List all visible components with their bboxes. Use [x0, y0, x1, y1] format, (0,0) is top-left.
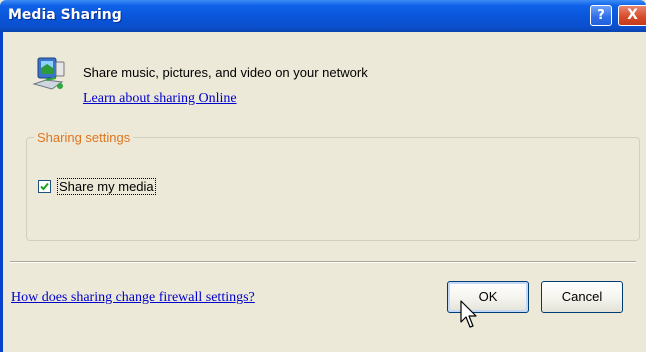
- window-title: Media Sharing: [8, 7, 122, 23]
- window-frame: [0, 32, 3, 352]
- help-button[interactable]: ?: [590, 5, 612, 26]
- checkmark-icon: [40, 182, 49, 191]
- media-sharing-icon: [32, 57, 65, 90]
- share-media-checkbox[interactable]: [38, 180, 51, 193]
- cancel-button[interactable]: Cancel: [541, 281, 623, 313]
- title-bar[interactable]: Media Sharing ? X: [0, 0, 646, 32]
- mouse-pointer-icon: [460, 300, 477, 328]
- close-button[interactable]: X: [618, 5, 646, 26]
- sharing-settings-legend: Sharing settings: [34, 130, 134, 145]
- learn-sharing-link[interactable]: Learn about sharing Online: [83, 91, 237, 107]
- share-media-label[interactable]: Share my media: [57, 178, 156, 195]
- firewall-settings-link[interactable]: How does sharing change firewall setting…: [11, 290, 255, 306]
- header-description: Share music, pictures, and video on your…: [83, 65, 368, 80]
- separator: [10, 261, 636, 263]
